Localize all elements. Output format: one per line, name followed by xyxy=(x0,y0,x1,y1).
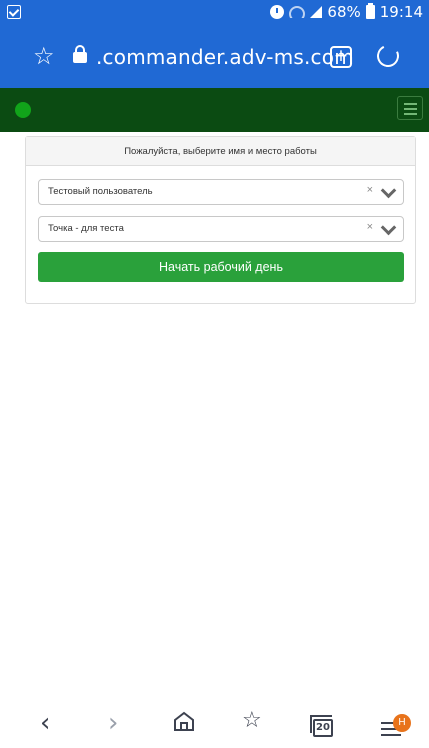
menu-line xyxy=(404,113,417,115)
alarm-icon xyxy=(270,5,285,19)
clear-icon[interactable]: × xyxy=(367,215,373,239)
status-dot-icon xyxy=(15,102,31,118)
tabs-icon[interactable]: 20 xyxy=(310,715,333,737)
location-select-value: Точка - для теста xyxy=(48,223,124,234)
signal-icon xyxy=(310,6,323,18)
home-icon-graphic xyxy=(174,711,194,731)
clear-icon[interactable]: × xyxy=(367,178,373,202)
clock: 19:14 xyxy=(379,3,423,21)
forward-icon[interactable]: › xyxy=(108,710,118,736)
chevron-down-icon[interactable] xyxy=(380,219,397,236)
user-select[interactable]: Тестовый пользователь × xyxy=(38,179,404,205)
notification-check-icon xyxy=(7,5,21,19)
reload-icon[interactable] xyxy=(373,41,403,71)
add-to-home-icon[interactable]: + xyxy=(330,46,352,68)
hamburger-menu-button[interactable] xyxy=(397,96,423,120)
work-selection-card: Пожалуйста, выберите имя и место работы … xyxy=(25,136,416,304)
battery-icon xyxy=(365,3,375,19)
lock-icon[interactable] xyxy=(73,45,87,63)
menu-badge: H xyxy=(393,714,411,732)
browser-url-bar: ☆ .commander.adv-ms.com + xyxy=(0,26,429,88)
wifi-icon xyxy=(289,6,306,18)
app-header xyxy=(0,88,429,132)
card-header: Пожалуйста, выберите имя и место работы xyxy=(26,137,415,166)
url-field[interactable]: .commander.adv-ms.com xyxy=(96,45,354,69)
battery-percent: 68% xyxy=(327,3,361,21)
bookmark-star-icon[interactable]: ☆ xyxy=(33,44,55,68)
chevron-down-icon[interactable] xyxy=(380,182,397,199)
home-icon[interactable] xyxy=(173,710,195,732)
start-workday-button[interactable]: Начать рабочий день xyxy=(38,252,404,282)
menu-line xyxy=(404,108,417,110)
bookmarks-icon[interactable]: ☆ xyxy=(242,710,262,732)
user-select-value: Тестовый пользователь xyxy=(48,186,153,197)
menu-line xyxy=(404,103,417,105)
status-bar: 68% 19:14 xyxy=(0,0,429,26)
browser-bottom-nav: ‹ › ☆ 20 xyxy=(0,702,429,748)
status-indicators: 68% 19:14 xyxy=(270,3,423,21)
location-select[interactable]: Точка - для теста × xyxy=(38,216,404,242)
menu-line xyxy=(381,734,401,736)
back-icon[interactable]: ‹ xyxy=(40,710,50,736)
